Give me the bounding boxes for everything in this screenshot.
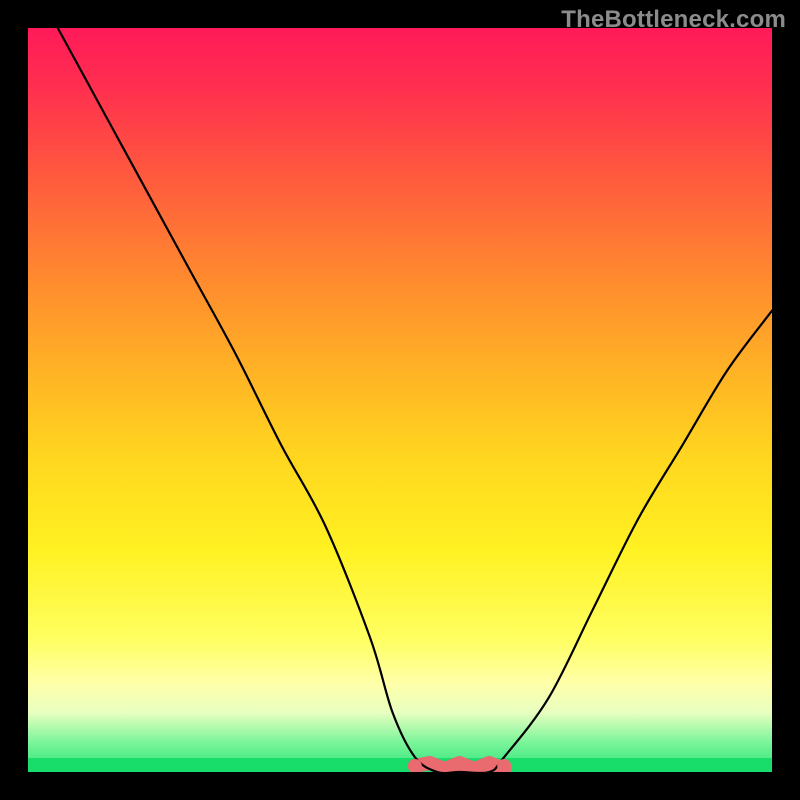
bottleneck-curve [58, 28, 772, 772]
curve-layer [28, 28, 772, 772]
plot-area [28, 28, 772, 772]
watermark-text: TheBottleneck.com [561, 6, 786, 34]
chart-frame: TheBottleneck.com [0, 0, 800, 800]
